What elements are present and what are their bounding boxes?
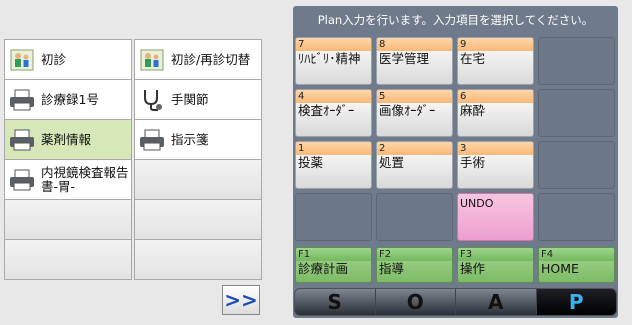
menu-item-label: 初診 xyxy=(41,51,67,67)
plan-button-lab-order[interactable]: 4 検査ｵｰﾀﾞｰ xyxy=(295,89,372,137)
tab-plan[interactable]: P xyxy=(536,289,616,315)
family-icon xyxy=(9,47,35,73)
plan-input-panel: Plan入力を行います。入力項目を選択してください。 7 ﾘﾊﾋﾞﾘ･精神 8 … xyxy=(293,6,618,318)
button-number: F1 xyxy=(296,248,371,261)
plan-button-anesthesia[interactable]: 6 麻酔 xyxy=(457,89,534,137)
menu-item-initial-visit[interactable]: 初診 xyxy=(4,39,132,80)
button-label: 麻酔 xyxy=(460,103,486,118)
soap-tab-bar: S O A P xyxy=(294,288,617,316)
function-button-f2[interactable]: F2 指導 xyxy=(376,247,453,283)
menu-item-empty xyxy=(134,199,262,240)
next-page-button[interactable]: >> xyxy=(222,285,260,315)
stethoscope-icon xyxy=(139,87,165,113)
button-label: 医学管理 xyxy=(379,51,430,66)
button-label: 手術 xyxy=(460,155,486,170)
menu-item-label: 初診/再診切替 xyxy=(171,51,251,67)
button-number: 5 xyxy=(377,90,452,103)
menu-item-instruction-sheet[interactable]: 指示箋 xyxy=(134,119,262,160)
menu-item-empty xyxy=(4,199,132,240)
menu-item-empty xyxy=(134,159,262,200)
button-number: F4 xyxy=(539,248,614,261)
menu-item-label: 薬剤情報 xyxy=(41,131,92,147)
menu-item-medical-record[interactable]: 診療録1号 xyxy=(4,79,132,120)
button-label: 診療計画 xyxy=(298,261,349,276)
printer-icon xyxy=(9,127,35,153)
button-label: 操作 xyxy=(460,261,486,276)
plan-button-empty xyxy=(538,141,615,189)
plan-button-imaging-order[interactable]: 5 画像ｵｰﾀﾞｰ xyxy=(376,89,453,137)
menu-item-label: 診療録1号 xyxy=(41,91,99,107)
tab-objective[interactable]: O xyxy=(376,289,456,315)
function-button-f1[interactable]: F1 診療計画 xyxy=(295,247,372,283)
tab-subjective[interactable]: S xyxy=(295,289,376,315)
button-label: 投薬 xyxy=(298,155,324,170)
button-number: 9 xyxy=(458,38,533,51)
plan-button-empty xyxy=(376,193,453,241)
button-number: F2 xyxy=(377,248,452,261)
menu-item-wrist-joint[interactable]: 手関節 xyxy=(134,79,262,120)
button-label: 指導 xyxy=(379,261,405,276)
button-label: 在宅 xyxy=(460,51,486,66)
family-icon xyxy=(139,47,165,73)
menu-item-empty xyxy=(4,239,132,280)
plan-button-surgery[interactable]: 3 手術 xyxy=(457,141,534,189)
printer-icon xyxy=(9,167,35,193)
panel-title: Plan入力を行います。入力項目を選択してください。 xyxy=(317,13,594,27)
button-number: 6 xyxy=(458,90,533,103)
button-number: 4 xyxy=(296,90,371,103)
plan-button-medical-management[interactable]: 8 医学管理 xyxy=(376,37,453,85)
button-number: 8 xyxy=(377,38,452,51)
menu-item-label: 内視鏡検査報告書-胃- xyxy=(41,164,129,194)
plan-button-medication[interactable]: 1 投薬 xyxy=(295,141,372,189)
plan-button-procedure[interactable]: 2 処置 xyxy=(376,141,453,189)
button-label: 検査ｵｰﾀﾞｰ xyxy=(298,103,355,118)
plan-button-home-care[interactable]: 9 在宅 xyxy=(457,37,534,85)
double-chevron-right-icon: >> xyxy=(224,288,258,312)
printer-icon xyxy=(9,87,35,113)
menu-item-label: 指示箋 xyxy=(171,131,209,147)
button-label: UNDO xyxy=(460,197,494,210)
button-number: 7 xyxy=(296,38,371,51)
plan-button-empty xyxy=(538,37,615,85)
menu-item-label: 手関節 xyxy=(171,91,209,107)
menu-item-initial-revisit-toggle[interactable]: 初診/再診切替 xyxy=(134,39,262,80)
function-button-f3[interactable]: F3 操作 xyxy=(457,247,534,283)
plan-button-rehab-psych[interactable]: 7 ﾘﾊﾋﾞﾘ･精神 xyxy=(295,37,372,85)
function-button-f4[interactable]: F4 HOME xyxy=(538,247,615,283)
tab-assessment[interactable]: A xyxy=(456,289,537,315)
plan-button-empty xyxy=(538,89,615,137)
menu-item-empty xyxy=(134,239,262,280)
plan-button-empty xyxy=(295,193,372,241)
printer-icon xyxy=(139,127,165,153)
button-label: 処置 xyxy=(379,155,405,170)
button-number: F3 xyxy=(458,248,533,261)
plan-button-empty xyxy=(538,193,615,241)
undo-button[interactable]: UNDO xyxy=(457,193,534,241)
button-label: 画像ｵｰﾀﾞｰ xyxy=(379,103,436,118)
left-menu-grid: 初診 初診/再診切替 診療録1号 手関節 薬剤情報 指示箋 内視鏡検査報告書-胃… xyxy=(4,39,262,280)
menu-item-endoscopy-report[interactable]: 内視鏡検査報告書-胃- xyxy=(4,159,132,200)
button-label: HOME xyxy=(541,261,579,276)
button-label: ﾘﾊﾋﾞﾘ･精神 xyxy=(298,51,361,66)
button-number: 1 xyxy=(296,142,371,155)
button-number: 2 xyxy=(377,142,452,155)
menu-item-drug-info[interactable]: 薬剤情報 xyxy=(4,119,132,160)
button-number: 3 xyxy=(458,142,533,155)
